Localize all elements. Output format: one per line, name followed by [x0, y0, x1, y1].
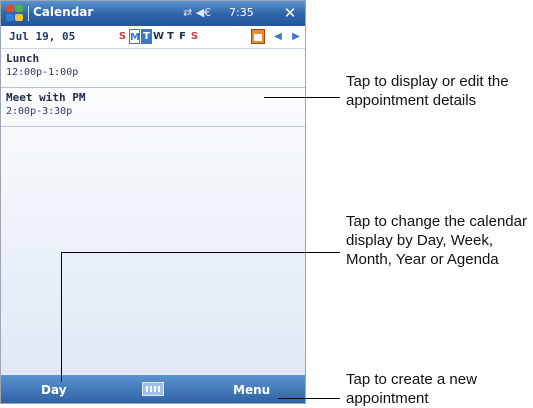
current-date[interactable]: Jul 19, 05	[9, 30, 75, 43]
date-bar: Jul 19, 05 SMTWTFS ◀ ▶	[1, 26, 305, 49]
callout-views: Tap to change the calendar display by Da…	[346, 213, 527, 268]
callout-details: Tap to display or edit the appointment d…	[346, 73, 509, 109]
weekday-4[interactable]: T	[165, 29, 176, 44]
weekday-3[interactable]: W	[153, 29, 164, 44]
pda-screen: Calendar ⇄ ◀€ 7:35 ✕ Jul 19, 05 SMTWTFS …	[0, 0, 306, 404]
weekday-6[interactable]: S	[189, 29, 200, 44]
calendar-today-icon[interactable]	[251, 29, 265, 44]
week-day-selector: SMTWTFS	[117, 29, 201, 45]
appointment-time: 12:00p-1:00p	[6, 67, 79, 78]
appointment-list: Lunch 12:00p-1:00p Meet with PM 2:00p-3:…	[1, 49, 305, 375]
weekday-0[interactable]: S	[117, 29, 128, 44]
weekday-1[interactable]: M	[129, 29, 140, 44]
clock[interactable]: 7:35	[229, 6, 254, 19]
callout-line-views-drop	[61, 252, 62, 382]
connectivity-volume-icon[interactable]: ⇄ ◀€	[183, 6, 211, 19]
close-icon[interactable]: ✕	[281, 5, 299, 22]
callout-create: Tap to create a new appointment	[346, 371, 477, 407]
appointment-item[interactable]: Meet with PM 2:00p-3:30p	[1, 88, 305, 127]
appointment-title: Meet with PM	[6, 91, 86, 104]
callout-line-views	[61, 252, 340, 253]
appointment-title: Lunch	[6, 52, 40, 65]
callout-line-create	[278, 398, 340, 399]
prev-week-icon[interactable]: ◀	[272, 30, 284, 44]
bottom-menu-bar: Day Menu	[1, 375, 305, 403]
day-view-button[interactable]: Day	[41, 383, 67, 397]
title-bar: Calendar ⇄ ◀€ 7:35 ✕	[1, 1, 305, 26]
appointment-item[interactable]: Lunch 12:00p-1:00p	[1, 49, 305, 88]
weekday-2[interactable]: T	[141, 29, 152, 44]
start-menu-icon[interactable]	[6, 5, 24, 22]
keyboard-icon[interactable]	[142, 382, 164, 396]
menu-button[interactable]: Menu	[233, 383, 270, 397]
weekday-5[interactable]: F	[177, 29, 188, 44]
app-title: Calendar	[33, 5, 94, 19]
title-separator	[28, 6, 29, 21]
next-week-icon[interactable]: ▶	[290, 30, 302, 44]
callout-line-details	[264, 97, 340, 98]
appointment-time: 2:00p-3:30p	[6, 106, 73, 117]
